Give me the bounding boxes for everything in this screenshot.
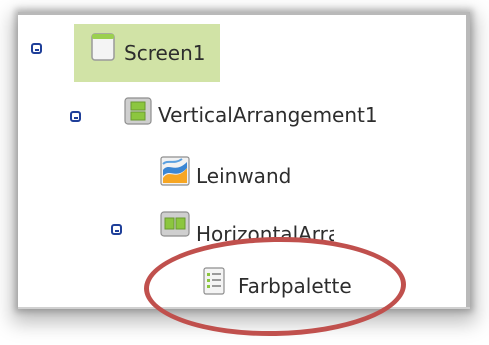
screen-icon: [91, 33, 115, 61]
tree-node-label: Screen1: [124, 41, 206, 65]
collapse-toggle-icon[interactable]: [31, 43, 42, 54]
tree-node-verticalarrangement1[interactable]: VerticalArrangement1: [122, 92, 452, 136]
canvas-icon: [160, 156, 190, 186]
tree-node-leinwand[interactable]: Leinwand: [160, 152, 360, 196]
tree-node-label: Leinwand: [196, 164, 292, 188]
tree-node-label: VerticalArrangement1: [158, 103, 378, 127]
tree-node-screen1[interactable]: Screen1: [74, 31, 220, 75]
collapse-toggle-icon[interactable]: [70, 111, 81, 122]
collapse-toggle-icon[interactable]: [111, 224, 122, 235]
panel-top-border: [18, 12, 470, 15]
horizontal-arrangement-icon: [160, 211, 190, 237]
panel-right-border: [466, 12, 470, 309]
vertical-arrangement-icon: [124, 97, 152, 125]
